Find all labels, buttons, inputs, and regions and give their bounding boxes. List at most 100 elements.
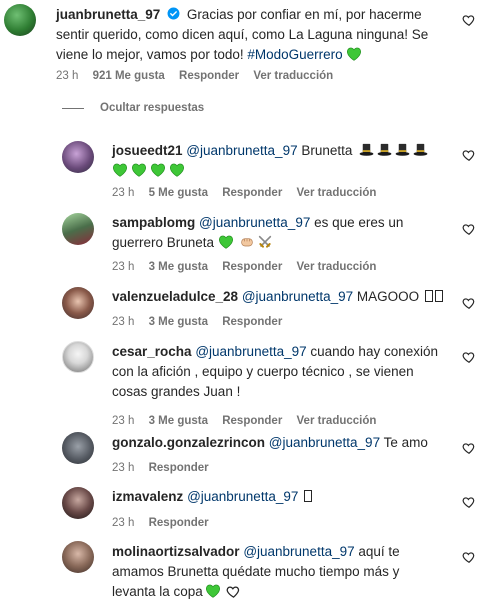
green-heart-icon bbox=[131, 163, 147, 177]
mention-link[interactable]: @juanbrunetta_97 bbox=[187, 489, 298, 504]
like-heart-icon[interactable] bbox=[462, 222, 476, 236]
timestamp: 23 h bbox=[112, 316, 135, 328]
timestamp: 23 h bbox=[56, 70, 79, 82]
mention-link[interactable]: @juanbrunetta_97 bbox=[195, 344, 306, 359]
missing-glyph-icon bbox=[304, 490, 313, 502]
like-heart-icon[interactable] bbox=[462, 495, 476, 509]
green-heart-icon bbox=[205, 584, 221, 598]
avatar[interactable] bbox=[62, 432, 94, 464]
green-heart-icon bbox=[169, 163, 185, 177]
avatar[interactable] bbox=[4, 4, 36, 36]
reply-button[interactable]: Responder bbox=[222, 415, 282, 427]
green-heart-icon bbox=[346, 47, 362, 61]
mention-link[interactable]: @juanbrunetta_97 bbox=[242, 289, 353, 304]
reply-username[interactable]: gonzalo.gonzalezrincon bbox=[112, 435, 265, 450]
timestamp: 23 h bbox=[112, 187, 135, 199]
like-heart-icon[interactable] bbox=[462, 13, 476, 27]
reply-username[interactable]: sampablomg bbox=[112, 215, 195, 230]
like-count[interactable]: 3 Me gusta bbox=[149, 261, 208, 273]
hide-replies-label[interactable]: Ocultar respuestas bbox=[100, 102, 204, 114]
reply-meta: 23 h 3 Me gusta Responder Ver traducción bbox=[112, 414, 387, 428]
green-heart-icon bbox=[218, 235, 234, 249]
mention-link[interactable]: @juanbrunetta_97 bbox=[186, 143, 297, 158]
reply-body: levanta la copa bbox=[112, 584, 203, 599]
reply-username[interactable]: molinaortizsalvador bbox=[112, 544, 240, 559]
like-count[interactable]: 921 Me gusta bbox=[93, 70, 165, 82]
reply-text: cesar_rocha @juanbrunetta_97 cuando hay … bbox=[112, 342, 452, 402]
hide-replies-toggle[interactable]: Ocultar respuestas bbox=[62, 102, 204, 114]
reply-meta: 23 h Responder bbox=[112, 461, 220, 475]
avatar[interactable] bbox=[62, 341, 94, 373]
main-username[interactable]: juanbrunetta_97 bbox=[56, 7, 160, 22]
reply-body: MAGOOO bbox=[356, 289, 420, 304]
reply-meta: 23 h Responder bbox=[112, 516, 220, 530]
reply-body: amamos Brunetta quédate mucho tiempo más… bbox=[112, 564, 400, 579]
like-count[interactable]: 3 Me gusta bbox=[149, 415, 208, 427]
verified-badge-icon bbox=[167, 6, 180, 20]
reply-username[interactable]: cesar_rocha bbox=[112, 344, 192, 359]
avatar[interactable] bbox=[62, 287, 94, 319]
reply-button[interactable]: Responder bbox=[222, 316, 282, 328]
avatar[interactable] bbox=[62, 213, 94, 245]
reply-body: cuando hay conexión bbox=[310, 344, 438, 359]
like-count[interactable]: 5 Me gusta bbox=[149, 187, 208, 199]
reply-meta: 23 h 3 Me gusta Responder bbox=[112, 315, 293, 329]
translate-button[interactable]: Ver traducción bbox=[297, 261, 377, 273]
reply-text: sampablomg @juanbrunetta_97 es que eres … bbox=[112, 213, 442, 253]
reply-username[interactable]: josueedt21 bbox=[112, 143, 183, 158]
reply-body: Te amo bbox=[383, 435, 428, 450]
translate-button[interactable]: Ver traducción bbox=[297, 415, 377, 427]
reply-text: izmavalenz @juanbrunetta_97 bbox=[112, 487, 452, 507]
reply-meta: 23 h 3 Me gusta Responder Ver traducción bbox=[112, 260, 387, 274]
mention-link[interactable]: @juanbrunetta_97 bbox=[199, 215, 310, 230]
top-hat-icon bbox=[395, 142, 410, 157]
like-heart-icon[interactable] bbox=[462, 441, 476, 455]
green-heart-icon bbox=[112, 163, 128, 177]
like-heart-icon[interactable] bbox=[462, 296, 476, 310]
mention-link[interactable]: @juanbrunetta_97 bbox=[243, 544, 354, 559]
reply-button[interactable]: Responder bbox=[179, 70, 239, 82]
translate-button[interactable]: Ver traducción bbox=[297, 187, 377, 199]
reply-body: con la afición , equipo y cuerpo técnico… bbox=[112, 364, 414, 379]
reply-text: gonzalo.gonzalezrincon @juanbrunetta_97 … bbox=[112, 433, 452, 453]
avatar[interactable] bbox=[62, 141, 94, 173]
white-heart-icon bbox=[226, 584, 241, 599]
reply-button[interactable]: Responder bbox=[149, 462, 209, 474]
reply-body: cosas grandes Juan ! bbox=[112, 384, 241, 399]
timestamp: 23 h bbox=[112, 415, 135, 427]
crossed-swords-icon bbox=[258, 235, 271, 248]
hashtag-link[interactable]: #ModoGuerrero bbox=[247, 47, 342, 62]
reply-text: josueedt21 @juanbrunetta_97 Brunetta bbox=[112, 141, 452, 181]
reply-text: valenzueladulce_28 @juanbrunetta_97 MAGO… bbox=[112, 287, 452, 307]
reply-text: molinaortizsalvador @juanbrunetta_97 aqu… bbox=[112, 542, 452, 602]
missing-glyph-icon bbox=[434, 290, 443, 302]
like-heart-icon[interactable] bbox=[462, 148, 476, 162]
like-heart-icon[interactable] bbox=[462, 550, 476, 564]
top-hat-icon bbox=[359, 142, 374, 157]
timestamp: 23 h bbox=[112, 517, 135, 529]
reply-body: Brunetta bbox=[301, 143, 353, 158]
reply-username[interactable]: izmavalenz bbox=[112, 489, 183, 504]
main-comment-meta: 23 h 921 Me gusta Responder Ver traducci… bbox=[56, 69, 344, 83]
fist-bump-icon bbox=[241, 238, 253, 247]
top-hat-icon bbox=[413, 142, 428, 157]
main-comment-text: juanbrunetta_97 Gracias por confiar en m… bbox=[56, 5, 456, 65]
timestamp: 23 h bbox=[112, 261, 135, 273]
green-heart-icon bbox=[150, 163, 166, 177]
top-hat-icon bbox=[377, 142, 392, 157]
reply-username[interactable]: valenzueladulce_28 bbox=[112, 289, 238, 304]
translate-button[interactable]: Ver traducción bbox=[253, 70, 333, 82]
missing-glyph-icon bbox=[424, 290, 433, 302]
reply-meta: 23 h 5 Me gusta Responder Ver traducción bbox=[112, 186, 387, 200]
avatar[interactable] bbox=[62, 487, 94, 519]
like-heart-icon[interactable] bbox=[462, 350, 476, 364]
like-count[interactable]: 3 Me gusta bbox=[149, 316, 208, 328]
avatar[interactable] bbox=[62, 541, 94, 573]
reply-button[interactable]: Responder bbox=[222, 261, 282, 273]
mention-link[interactable]: @juanbrunetta_97 bbox=[269, 435, 380, 450]
reply-button[interactable]: Responder bbox=[222, 187, 282, 199]
divider bbox=[62, 107, 84, 109]
reply-body: aquí te bbox=[358, 544, 400, 559]
reply-button[interactable]: Responder bbox=[149, 517, 209, 529]
timestamp: 23 h bbox=[112, 462, 135, 474]
